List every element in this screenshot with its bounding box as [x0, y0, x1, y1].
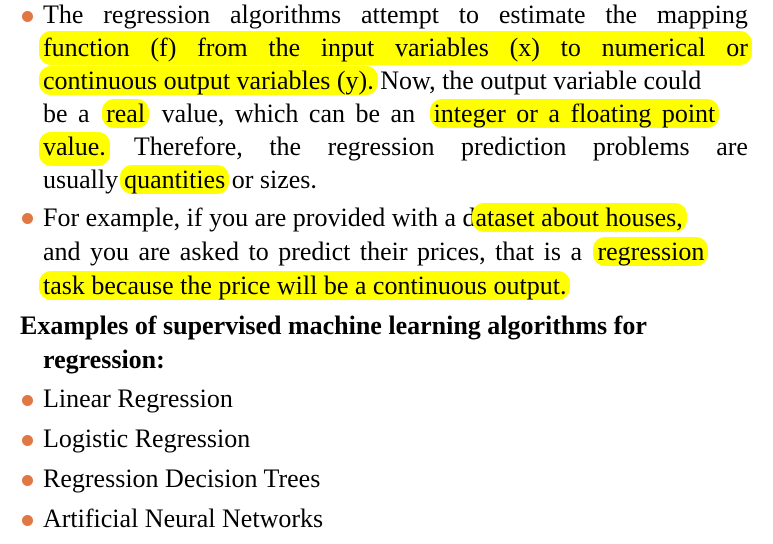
section-heading-line1: Examples of supervised machine learning …	[20, 311, 647, 340]
word: prediction	[460, 132, 567, 161]
paragraph2-line2: and you are asked to predict their price…	[43, 237, 748, 271]
word: (f)	[150, 33, 177, 62]
word: or	[726, 33, 748, 62]
paragraph1-line6: usually quantities or sizes.	[43, 165, 748, 199]
text: or sizes.	[231, 165, 317, 194]
list-item: Artificial Neural Networks	[43, 504, 324, 533]
word: Therefore,	[133, 132, 243, 161]
highlighted-text: value.	[39, 132, 110, 166]
text: be a	[43, 99, 90, 128]
word: the	[269, 132, 302, 161]
bullet-icon	[22, 11, 33, 22]
bullet-icon	[22, 475, 33, 486]
list-item: Logistic Regression	[43, 424, 251, 453]
highlighted-text: regression	[593, 237, 709, 266]
word: The	[43, 0, 84, 29]
word: numerical	[601, 33, 706, 62]
word: the	[268, 33, 301, 62]
highlighted-text: quantities	[120, 165, 230, 194]
highlighted-text: continuous output variables (y).	[39, 66, 378, 95]
word: are	[716, 132, 748, 161]
text: usually	[43, 165, 119, 194]
word: regression	[327, 132, 435, 161]
word: input	[320, 33, 375, 62]
text: value, which can be an	[161, 99, 416, 128]
word: (x)	[509, 33, 540, 62]
text: and you are asked to predict their price…	[43, 237, 582, 266]
bullet-icon	[22, 395, 33, 406]
paragraph1-line5: value. Therefore, the regression predict…	[39, 132, 748, 166]
paragraph1-line4: be a real value, which can be an integer…	[43, 99, 748, 133]
highlighted-text: integer or a floating point	[429, 99, 720, 128]
highlighted-text: real	[102, 99, 150, 128]
highlighted-text: task because the price will be a continu…	[39, 271, 571, 300]
word: mapping	[656, 0, 748, 29]
paragraph1-line1: The regression algorithms attempt to est…	[43, 0, 748, 34]
word: from	[197, 33, 248, 62]
list-item: Linear Regression	[43, 384, 233, 413]
bullet-icon	[22, 515, 33, 526]
word: attempt	[360, 0, 439, 29]
paragraph1-line5-rest: Therefore, the regression prediction pro…	[134, 132, 748, 166]
word: algorithms	[229, 0, 342, 29]
word: estimate	[498, 0, 586, 29]
list-item: Regression Decision Trees	[43, 464, 321, 493]
section-heading-line2: regression:	[43, 345, 165, 374]
highlighted-text: ataset about houses,	[471, 203, 687, 232]
word: regression	[103, 0, 211, 29]
text: For example, if you are provided with a …	[43, 203, 476, 232]
bullet-icon	[22, 213, 33, 224]
paragraph1-line3: continuous output variables (y). Now, th…	[39, 66, 748, 100]
paragraph1-line2: function (f) from the input variables (x…	[43, 33, 748, 67]
paragraph2-line3: task because the price will be a continu…	[39, 271, 748, 305]
text: Now, the output variable could	[380, 66, 702, 95]
word: the	[605, 0, 638, 29]
bullet-icon	[22, 435, 33, 446]
word: function	[43, 33, 130, 62]
slide: The regression algorithms attempt to est…	[0, 0, 773, 544]
word: to	[560, 33, 581, 62]
word: to	[458, 0, 480, 29]
word: problems	[592, 132, 690, 161]
paragraph2-line1: For example, if you are provided with a …	[43, 203, 748, 237]
word: variables	[395, 33, 489, 62]
